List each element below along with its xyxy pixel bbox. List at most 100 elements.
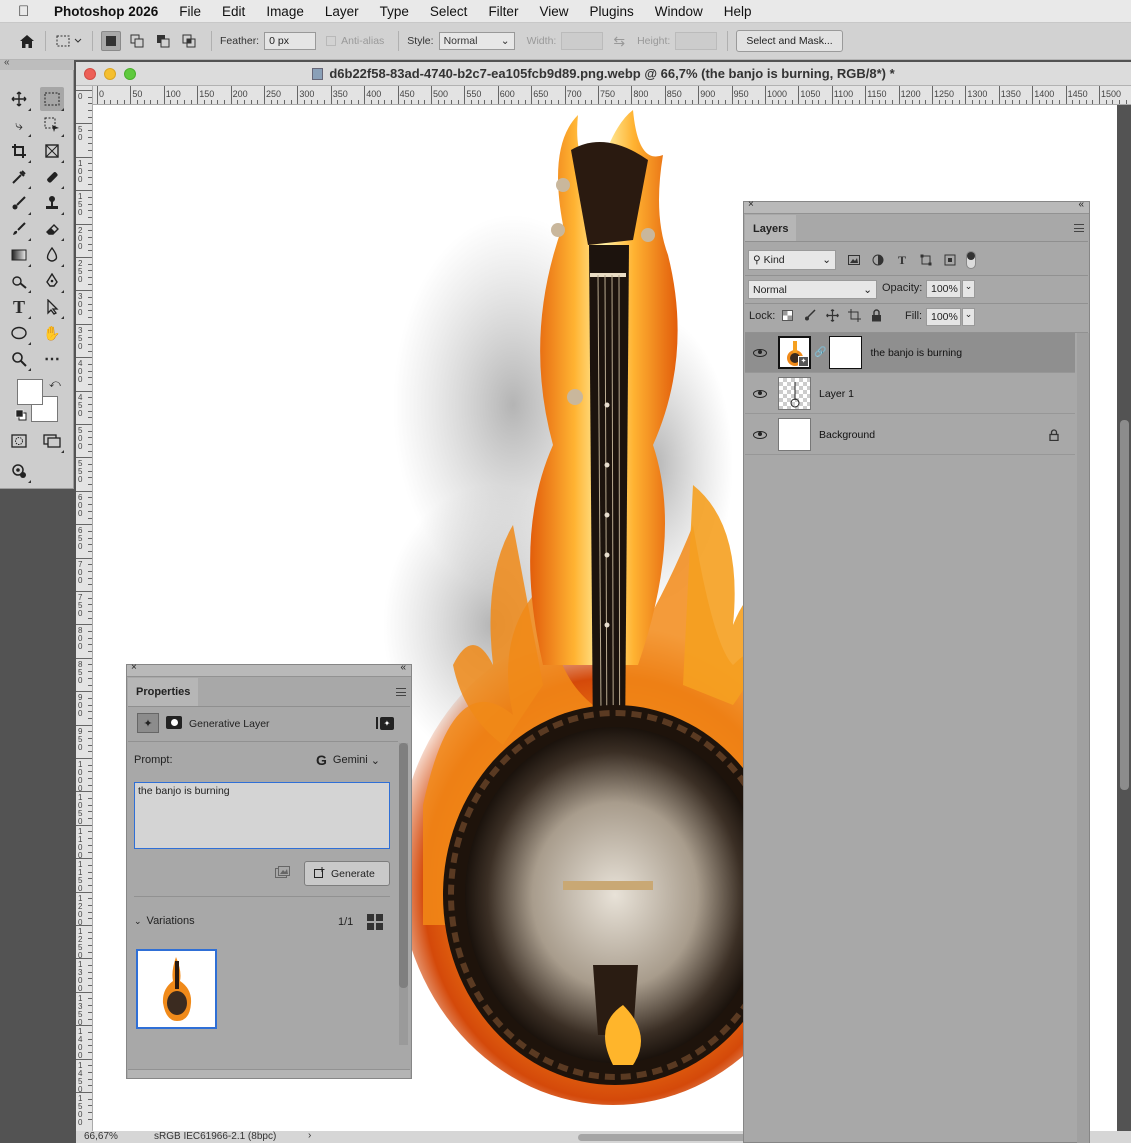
opacity-chevron-icon[interactable]: ⌄ bbox=[962, 280, 975, 298]
grid-view-icon[interactable] bbox=[367, 914, 383, 930]
marquee-preset-icon[interactable] bbox=[54, 31, 84, 51]
select-and-mask-button[interactable]: Select and Mask... bbox=[736, 30, 843, 52]
reference-image-icon[interactable] bbox=[275, 866, 290, 882]
eraser-tool-icon[interactable] bbox=[40, 217, 64, 241]
layers-scrollbar-track[interactable] bbox=[1077, 333, 1089, 1143]
layer-row-banjo[interactable]: ✦ 🔗 the banjo is burning bbox=[745, 333, 1075, 373]
properties-scrollbar-track[interactable] bbox=[399, 743, 408, 1045]
menu-filter[interactable]: Filter bbox=[488, 4, 518, 19]
menu-help[interactable]: Help bbox=[724, 4, 752, 19]
quick-mask-icon[interactable] bbox=[7, 429, 31, 453]
menu-file[interactable]: File bbox=[179, 4, 201, 19]
subtract-selection-icon[interactable] bbox=[153, 31, 173, 51]
menu-select[interactable]: Select bbox=[430, 4, 468, 19]
brush-tool-icon[interactable] bbox=[7, 191, 31, 215]
menu-layer[interactable]: Layer bbox=[325, 4, 359, 19]
default-colors-icon[interactable] bbox=[15, 409, 27, 424]
history-brush-tool-icon[interactable] bbox=[7, 217, 31, 241]
path-selection-tool-icon[interactable] bbox=[40, 295, 64, 319]
visibility-eye-icon[interactable] bbox=[753, 389, 767, 398]
more-tools-icon[interactable]: ⋯ bbox=[40, 347, 64, 371]
properties-scrollbar-thumb[interactable] bbox=[399, 743, 408, 988]
collapse-icon[interactable]: « bbox=[4, 57, 10, 68]
menu-window[interactable]: Window bbox=[655, 4, 703, 19]
lock-artboard-icon[interactable] bbox=[847, 308, 861, 322]
eyedropper-tool-icon[interactable] bbox=[7, 165, 31, 189]
opacity-input[interactable]: 100% bbox=[926, 280, 961, 298]
antialias-checkbox[interactable]: Anti-alias bbox=[326, 35, 384, 47]
chevron-right-icon[interactable]: › bbox=[308, 1130, 311, 1141]
zoom-level[interactable]: 66,67% bbox=[84, 1131, 118, 1142]
fill-input[interactable]: 100% bbox=[926, 308, 961, 326]
new-selection-icon[interactable] bbox=[101, 31, 121, 51]
panel-resize-handle[interactable] bbox=[128, 1069, 410, 1078]
type-filter-icon[interactable]: T bbox=[895, 253, 909, 267]
visibility-eye-icon[interactable] bbox=[753, 348, 767, 357]
add-selection-icon[interactable] bbox=[127, 31, 147, 51]
type-tool-icon[interactable]: T bbox=[7, 295, 31, 319]
variations-toggle[interactable]: ⌄ Variations bbox=[134, 915, 195, 927]
gradient-tool-icon[interactable] bbox=[7, 243, 31, 267]
mask-icon[interactable] bbox=[166, 716, 182, 729]
visibility-eye-icon[interactable] bbox=[753, 430, 767, 439]
app-menu[interactable]: Photoshop 2026 bbox=[54, 4, 158, 19]
model-select[interactable]: G Gemini ⌄ bbox=[316, 752, 380, 768]
link-icon[interactable]: 🔗 bbox=[814, 347, 826, 358]
close-panel-icon[interactable]: × bbox=[748, 199, 754, 210]
tab-layers[interactable]: Layers bbox=[745, 215, 797, 242]
blend-mode-select[interactable]: Normal ⌄ bbox=[748, 280, 877, 299]
foreground-color-swatch-top[interactable] bbox=[17, 379, 43, 405]
menu-view[interactable]: View bbox=[539, 4, 568, 19]
menu-type[interactable]: Type bbox=[380, 4, 409, 19]
layer-name[interactable]: Layer 1 bbox=[819, 388, 854, 400]
width-input[interactable] bbox=[561, 32, 604, 50]
pen-tool-icon[interactable] bbox=[40, 269, 64, 293]
lock-position-icon[interactable] bbox=[825, 308, 839, 322]
lock-image-icon[interactable] bbox=[803, 308, 817, 322]
lock-all-icon[interactable] bbox=[869, 308, 883, 322]
hand-tool-icon[interactable]: ✋ bbox=[40, 321, 64, 345]
style-select[interactable]: Normal ⌄ bbox=[438, 32, 515, 50]
intersect-selection-icon[interactable] bbox=[179, 31, 199, 51]
canvas-vertical-scrollbar[interactable] bbox=[1120, 420, 1129, 790]
smart-object-filter-icon[interactable] bbox=[943, 253, 957, 267]
dodge-tool-icon[interactable] bbox=[7, 269, 31, 293]
adjustment-filter-icon[interactable] bbox=[871, 253, 885, 267]
swap-icon[interactable]: ⇆ bbox=[613, 33, 625, 50]
edit-toolbar-icon[interactable] bbox=[7, 459, 31, 483]
vertical-ruler[interactable]: 0 50 100 150 200 250 300 350 400 450 500 550 600 650 7… bbox=[76, 86, 93, 1131]
swap-colors-icon[interactable]: ⤺ bbox=[49, 378, 61, 391]
layer-name[interactable]: the banjo is burning bbox=[870, 347, 962, 359]
clone-stamp-tool-icon[interactable] bbox=[40, 191, 64, 215]
layer-mask-thumbnail[interactable] bbox=[829, 336, 863, 369]
collapse-panel-icon[interactable]: « bbox=[400, 662, 406, 673]
frame-tool-icon[interactable] bbox=[40, 139, 64, 163]
horizontal-ruler[interactable]: 0 50 100 150 200 250 300 350 400 450 500 550 600 650 7… bbox=[93, 86, 1131, 105]
layer-name[interactable]: Background bbox=[819, 429, 875, 441]
rectangular-marquee-tool-icon[interactable] bbox=[40, 87, 64, 111]
generative-layer-icon[interactable]: ✦ bbox=[137, 713, 159, 733]
pixel-filter-icon[interactable] bbox=[847, 253, 861, 267]
lasso-tool-icon[interactable]: ⤷ bbox=[7, 113, 31, 137]
tab-properties[interactable]: Properties bbox=[128, 678, 199, 706]
blur-tool-icon[interactable] bbox=[40, 243, 64, 267]
filter-kind-select[interactable]: ⚲ Kind ⌄ bbox=[748, 250, 836, 270]
zoom-tool-icon[interactable] bbox=[7, 347, 31, 371]
panel-menu-icon[interactable] bbox=[1074, 224, 1084, 232]
menu-plugins[interactable]: Plugins bbox=[589, 4, 633, 19]
object-selection-tool-icon[interactable] bbox=[40, 113, 64, 137]
generative-settings-icon[interactable]: ✦ bbox=[376, 716, 396, 730]
lock-transparent-icon[interactable] bbox=[780, 308, 794, 322]
crop-tool-icon[interactable] bbox=[7, 139, 31, 163]
generate-button[interactable]: Generate bbox=[304, 861, 390, 886]
color-profile[interactable]: sRGB IEC61966-2.1 (8bpc) bbox=[154, 1131, 276, 1142]
home-icon[interactable] bbox=[17, 31, 37, 51]
move-tool-icon[interactable] bbox=[7, 87, 31, 111]
close-panel-icon[interactable]: × bbox=[131, 662, 137, 673]
feather-input[interactable]: 0 px bbox=[264, 32, 317, 50]
collapse-panel-icon[interactable]: « bbox=[1078, 199, 1084, 210]
spot-healing-tool-icon[interactable] bbox=[40, 165, 64, 189]
layer-row-background[interactable]: Background bbox=[745, 415, 1075, 455]
height-input[interactable] bbox=[675, 32, 718, 50]
prompt-textarea[interactable]: the banjo is burning bbox=[134, 782, 390, 849]
